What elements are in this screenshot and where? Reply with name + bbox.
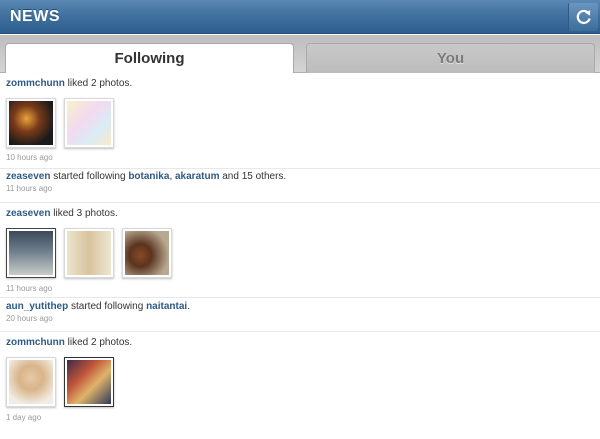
refresh-button[interactable] bbox=[568, 3, 598, 31]
news-feed: zommchunn liked 2 photos. 10 hours ago z… bbox=[0, 73, 600, 436]
photo-thumbnail[interactable] bbox=[6, 98, 56, 148]
username-link[interactable]: botanika bbox=[128, 171, 169, 182]
list-item: zeaseven liked 3 photos. 11 hours ago bbox=[0, 203, 600, 298]
activity-text: liked 2 photos. bbox=[64, 337, 133, 348]
timestamp: 11 hours ago bbox=[6, 184, 53, 193]
timestamp: 11 hours ago bbox=[6, 284, 53, 293]
username-link[interactable]: zeaseven bbox=[6, 171, 50, 182]
username-link[interactable]: zommchunn bbox=[6, 78, 65, 89]
photo-thumbnail[interactable] bbox=[6, 357, 56, 407]
photo-thumbnail[interactable] bbox=[64, 98, 114, 148]
username-link[interactable]: zommchunn bbox=[6, 337, 65, 348]
activity-text: . bbox=[187, 301, 190, 312]
page-title: NEWS bbox=[10, 8, 60, 25]
tab-bar: Following You bbox=[0, 35, 600, 73]
refresh-icon bbox=[576, 9, 591, 25]
photo-thumbnail[interactable] bbox=[6, 228, 56, 278]
username-link[interactable]: naitantai bbox=[146, 301, 187, 312]
activity-text: liked 3 photos. bbox=[50, 208, 118, 219]
tab-following[interactable]: Following bbox=[5, 43, 294, 73]
top-bar: NEWS bbox=[0, 0, 600, 34]
activity-text: started following bbox=[68, 301, 147, 312]
activity-text: liked 2 photos. bbox=[64, 78, 133, 89]
username-link[interactable]: aun_yutithep bbox=[6, 301, 68, 312]
timestamp: 20 hours ago bbox=[6, 314, 53, 323]
timestamp: 10 hours ago bbox=[6, 153, 53, 162]
photo-thumbnail[interactable] bbox=[64, 228, 114, 278]
list-item: aun_yutithep started following naitantai… bbox=[0, 298, 600, 332]
activity-text: started following bbox=[50, 171, 129, 182]
username-link[interactable]: akaratum bbox=[175, 171, 219, 182]
list-item: zeaseven started following botanika, aka… bbox=[0, 169, 600, 203]
photo-thumbnail[interactable] bbox=[64, 357, 114, 407]
timestamp: 1 day ago bbox=[6, 413, 42, 422]
tab-you[interactable]: You bbox=[306, 43, 595, 73]
list-item: zommchunn liked 2 photos. 10 hours ago bbox=[0, 73, 600, 169]
activity-text: and 15 others. bbox=[219, 171, 287, 182]
username-link[interactable]: zeaseven bbox=[6, 208, 50, 219]
list-item: zommchunn liked 2 photos. 1 day ago bbox=[0, 332, 600, 436]
photo-thumbnail[interactable] bbox=[122, 228, 172, 278]
